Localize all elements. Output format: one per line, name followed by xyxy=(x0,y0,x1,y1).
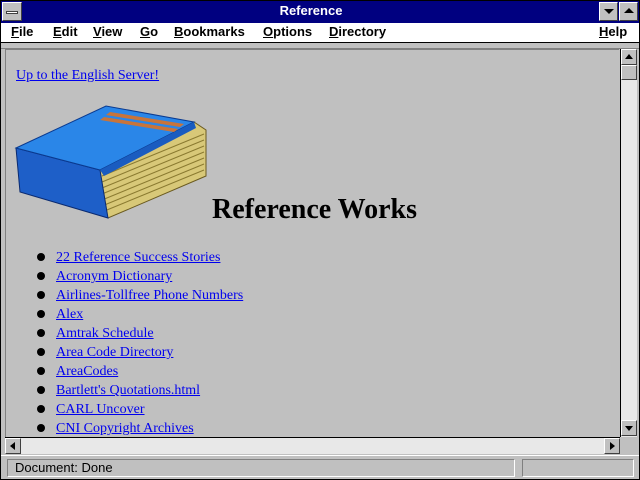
list-item: Bartlett's Quotations.html xyxy=(36,381,243,400)
reference-links-list: 22 Reference Success Stories Acronym Dic… xyxy=(36,248,243,437)
list-item: Area Code Directory xyxy=(36,343,243,362)
reference-link[interactable]: CNI Copyright Archives xyxy=(56,421,194,436)
system-menu-icon xyxy=(6,11,18,14)
arrow-down-icon xyxy=(625,426,633,431)
title-bar: Reference xyxy=(1,1,639,23)
arrow-up-icon xyxy=(625,54,633,59)
reference-link[interactable]: 22 Reference Success Stories xyxy=(56,250,220,265)
page-content: Up to the English Server! Reference Work… xyxy=(5,49,619,437)
menu-edit[interactable]: Edit xyxy=(53,24,78,39)
scroll-right-button[interactable] xyxy=(604,438,620,454)
menu-options[interactable]: Options xyxy=(263,24,312,39)
reference-link[interactable]: CARL Uncover xyxy=(56,402,145,417)
list-item: 22 Reference Success Stories xyxy=(36,248,243,267)
system-menu-button[interactable] xyxy=(2,2,22,21)
menu-bookmarks[interactable]: Bookmarks xyxy=(174,24,245,39)
arrow-left-icon xyxy=(10,442,15,450)
reference-link[interactable]: Acronym Dictionary xyxy=(56,269,172,284)
scroll-up-button[interactable] xyxy=(621,49,637,65)
reference-link[interactable]: Bartlett's Quotations.html xyxy=(56,383,200,398)
menu-bar: File Edit View Go Bookmarks Options Dire… xyxy=(1,23,639,43)
up-to-english-server-link[interactable]: Up to the English Server! xyxy=(16,68,159,84)
status-bar: Document: Done xyxy=(1,455,639,479)
bullet-icon xyxy=(37,291,45,299)
reference-link[interactable]: AreaCodes xyxy=(56,364,118,379)
bullet-icon xyxy=(37,367,45,375)
page-title: Reference Works xyxy=(212,194,418,225)
scroll-left-button[interactable] xyxy=(5,438,21,454)
vertical-scrollbar[interactable] xyxy=(620,49,637,437)
book-icon xyxy=(14,105,207,219)
reference-link[interactable]: Amtrak Schedule xyxy=(56,326,154,341)
reference-link[interactable]: Airlines-Tollfree Phone Numbers xyxy=(56,288,243,303)
maximize-icon xyxy=(624,8,634,13)
menu-help[interactable]: Help xyxy=(599,24,627,39)
list-item: Airlines-Tollfree Phone Numbers xyxy=(36,286,243,305)
bullet-icon xyxy=(37,405,45,413)
progress-indicator xyxy=(522,459,634,477)
reference-link[interactable]: Area Code Directory xyxy=(56,345,173,360)
list-item: Alex xyxy=(36,305,243,324)
list-item: Acronym Dictionary xyxy=(36,267,243,286)
minimize-button[interactable] xyxy=(599,2,618,21)
browser-window: Reference File Edit View Go Bookmarks Op… xyxy=(0,0,640,480)
reference-link[interactable]: Alex xyxy=(56,307,83,322)
window-title: Reference xyxy=(279,3,343,18)
bullet-icon xyxy=(37,253,45,261)
list-item: AreaCodes xyxy=(36,362,243,381)
bullet-icon xyxy=(37,329,45,337)
menu-file[interactable]: File xyxy=(11,24,33,39)
bullet-icon xyxy=(37,310,45,318)
status-text: Document: Done xyxy=(7,459,515,477)
list-item: CARL Uncover xyxy=(36,400,243,419)
bullet-icon xyxy=(37,386,45,394)
menu-go[interactable]: Go xyxy=(140,24,158,39)
bullet-icon xyxy=(37,348,45,356)
maximize-button[interactable] xyxy=(619,2,638,21)
arrow-right-icon xyxy=(610,442,615,450)
bullet-icon xyxy=(37,424,45,432)
menu-view[interactable]: View xyxy=(93,24,122,39)
scroll-down-button[interactable] xyxy=(621,420,637,436)
vertical-scroll-thumb[interactable] xyxy=(621,65,637,80)
bullet-icon xyxy=(37,272,45,280)
list-item: Amtrak Schedule xyxy=(36,324,243,343)
menu-directory[interactable]: Directory xyxy=(329,24,386,39)
scrollbar-corner xyxy=(620,437,637,454)
list-item: CNI Copyright Archives xyxy=(36,419,243,437)
horizontal-scrollbar[interactable] xyxy=(5,437,620,454)
minimize-icon xyxy=(604,9,614,14)
